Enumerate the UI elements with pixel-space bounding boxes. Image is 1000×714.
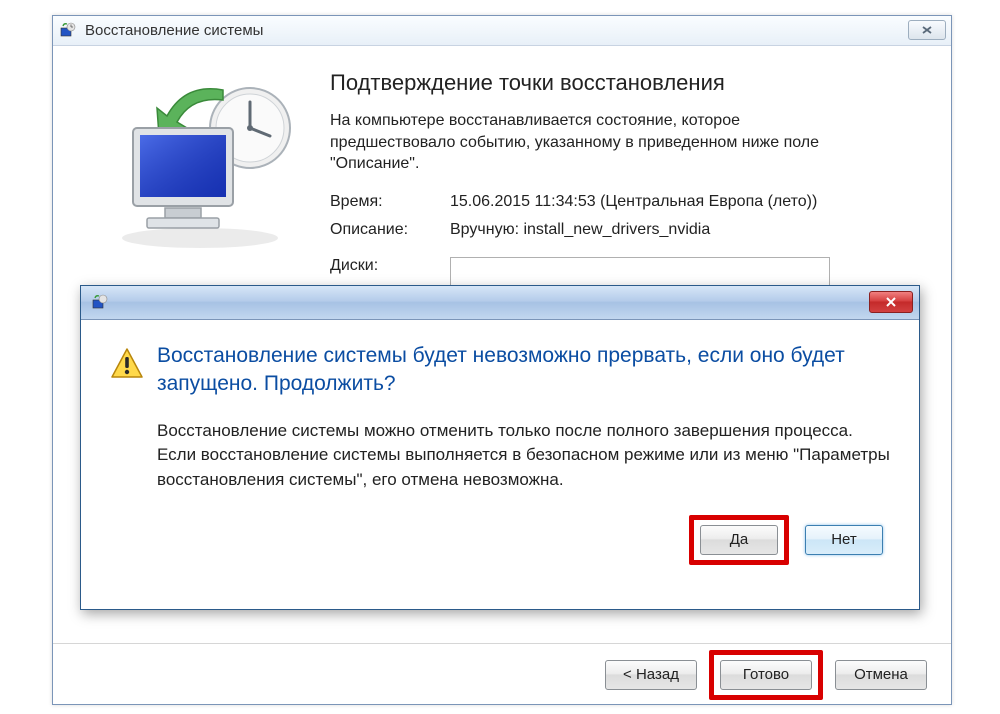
confirm-button-row: Да Нет — [157, 515, 891, 565]
confirm-titlebar[interactable] — [81, 286, 919, 320]
wizard-description: На компьютере восстанавливается состояни… — [330, 110, 850, 175]
description-value: Вручную: install_new_drivers_nvidia — [450, 221, 929, 239]
main-close-button[interactable] — [908, 20, 946, 40]
confirm-body: Восстановление системы будет невозможно … — [81, 320, 919, 577]
description-label: Описание: — [330, 221, 450, 239]
confirm-text-column: Восстановление системы будет невозможно … — [157, 342, 891, 565]
main-titlebar[interactable]: Восстановление системы — [53, 16, 951, 46]
finish-button[interactable]: Готово — [720, 660, 812, 690]
highlight-yes: Да — [689, 515, 789, 565]
yes-button[interactable]: Да — [700, 525, 778, 555]
system-restore-icon — [91, 294, 109, 312]
warning-icon-column — [109, 342, 157, 565]
confirm-headline: Восстановление системы будет невозможно … — [157, 342, 891, 399]
confirm-close-button[interactable] — [869, 291, 913, 313]
back-button[interactable]: < Назад — [605, 660, 697, 690]
highlight-finish: Готово — [709, 650, 823, 700]
close-icon — [884, 296, 898, 308]
time-row: Время: 15.06.2015 11:34:53 (Центральная … — [330, 193, 929, 211]
time-value: 15.06.2015 11:34:53 (Центральная Европа … — [450, 193, 929, 211]
no-button[interactable]: Нет — [805, 525, 883, 555]
cancel-button[interactable]: Отмена — [835, 660, 927, 690]
time-label: Время: — [330, 193, 450, 211]
description-row: Описание: Вручную: install_new_drivers_n… — [330, 221, 929, 239]
close-icon — [921, 25, 933, 35]
confirm-dialog: Восстановление системы будет невозможно … — [80, 285, 920, 610]
confirm-paragraph: Восстановление системы можно отменить то… — [157, 419, 891, 493]
wizard-button-bar: < Назад Готово Отмена — [53, 643, 951, 705]
system-restore-icon — [59, 22, 77, 40]
wizard-heading: Подтверждение точки восстановления — [330, 70, 929, 96]
system-restore-illustration — [105, 78, 300, 253]
main-window-title: Восстановление системы — [85, 22, 263, 39]
warning-icon — [109, 346, 145, 382]
